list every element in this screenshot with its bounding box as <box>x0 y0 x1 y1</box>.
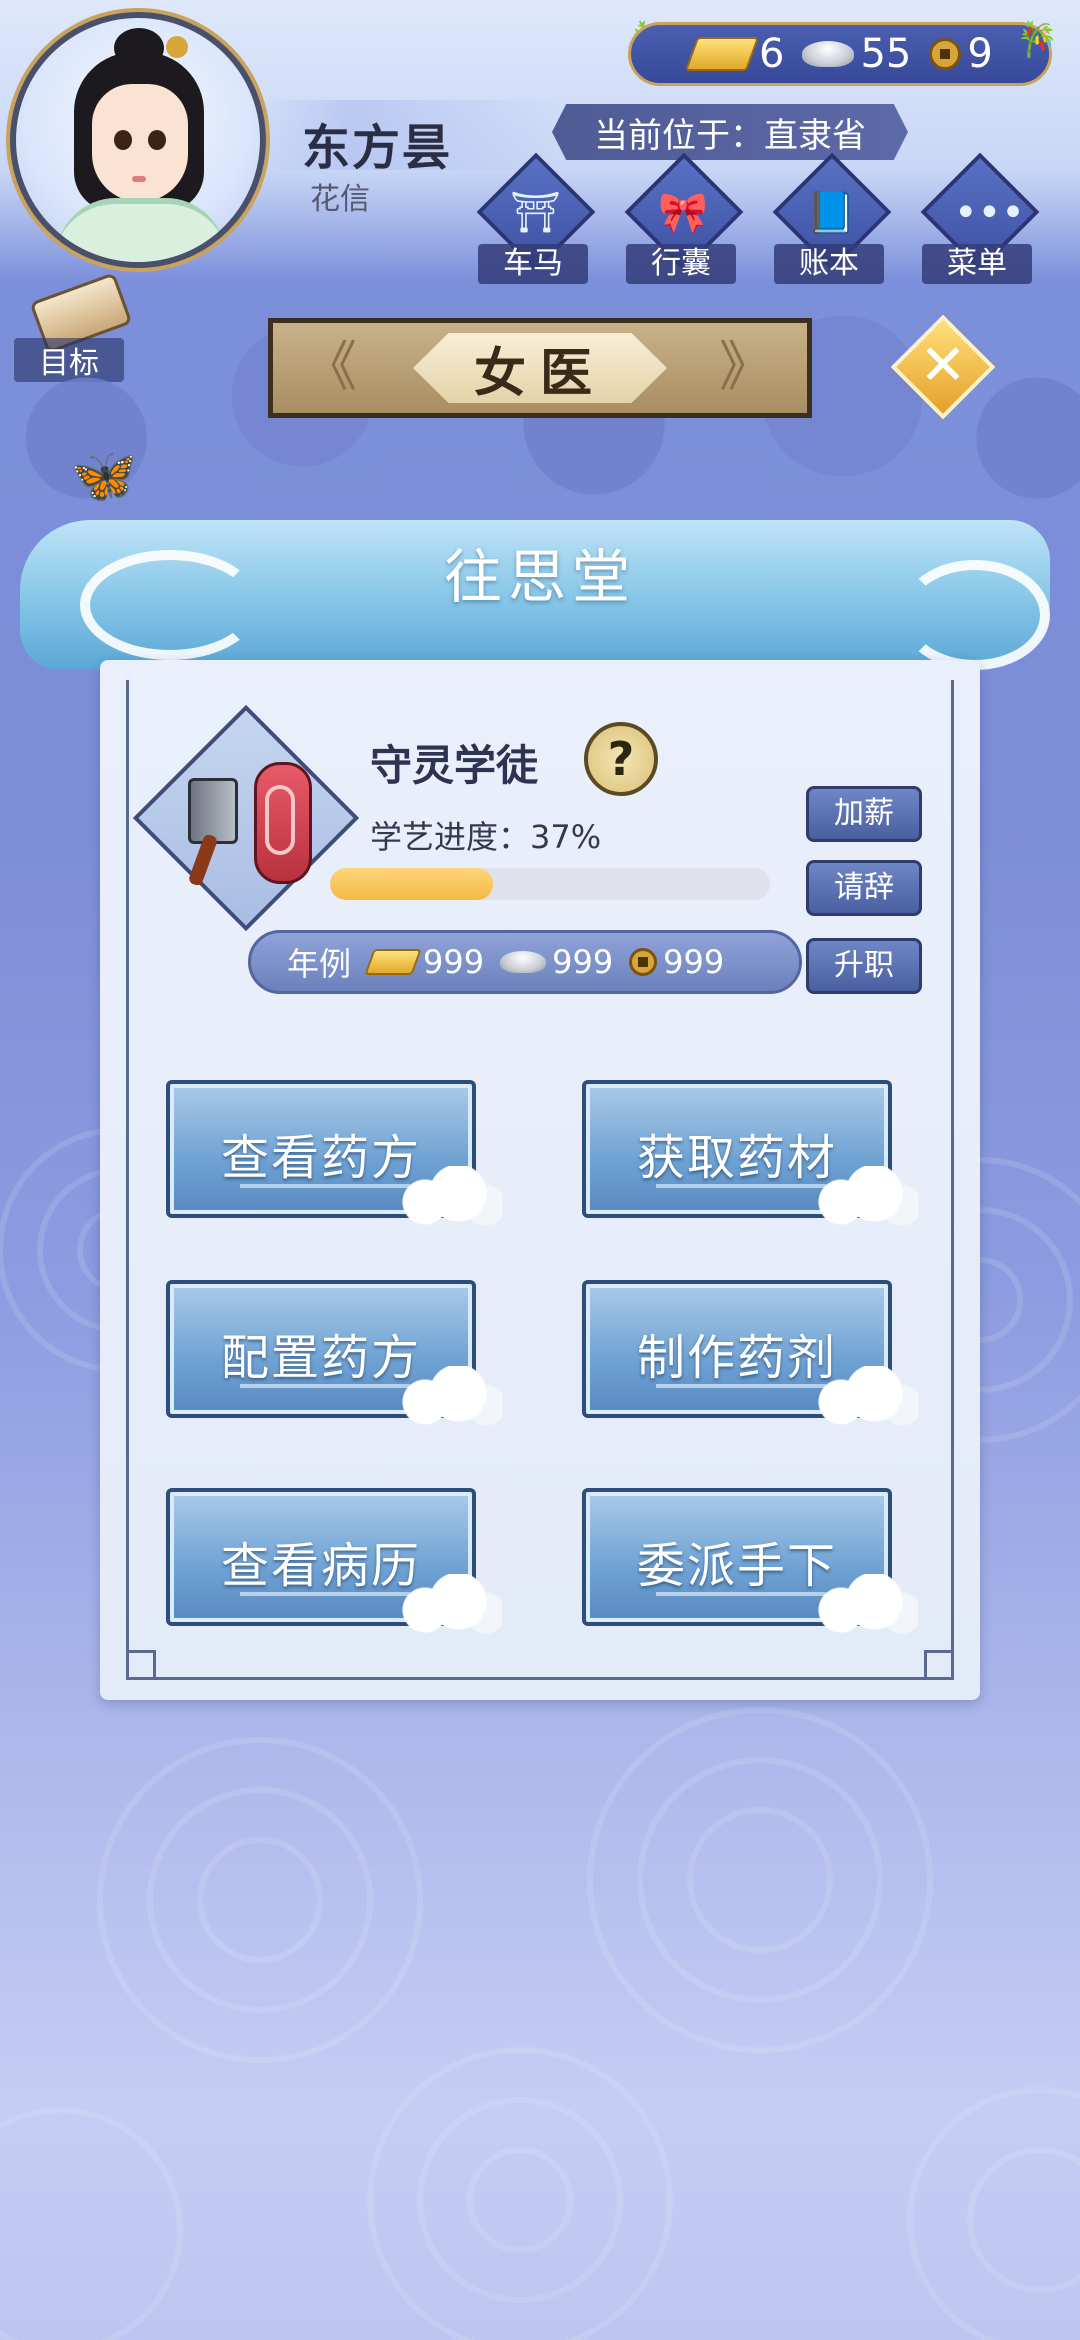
get-herbs-button[interactable]: 获取药材 <box>582 1080 918 1226</box>
bamboo-right-icon: 🎋 <box>1016 20 1059 60</box>
progress-label: 学艺进度：37% <box>370 818 602 856</box>
hall-title: 往思堂 <box>443 543 636 611</box>
nav-bundle-button[interactable]: 🎀 行囊 <box>622 152 744 284</box>
chevron-left-decor: 《 <box>303 335 357 398</box>
resign-button[interactable]: 请辞 <box>806 860 922 916</box>
page-title: 女医 <box>413 333 667 403</box>
gold-ingot-icon <box>684 37 760 71</box>
currency-bar: 6 55 9 <box>628 22 1052 86</box>
carriage-icon: ⛩ <box>510 190 561 236</box>
copper-coin-icon <box>929 38 962 70</box>
chevron-right-decor: 》 <box>719 335 773 398</box>
coin-amount: 9 <box>967 31 993 77</box>
silver-amount: 55 <box>860 31 912 77</box>
nav-carriage-button[interactable]: ⛩ 车马 <box>474 152 596 284</box>
player-avatar[interactable] <box>10 12 266 268</box>
player-name: 东方昙 <box>302 120 453 176</box>
menu-dots-icon: ••• <box>954 190 1025 236</box>
cleaver-icon <box>188 778 238 844</box>
gold-ingot-icon <box>364 949 422 975</box>
salary-label: 年例 <box>287 945 352 983</box>
raise-salary-button[interactable]: 加薪 <box>806 786 922 842</box>
player-subtitle: 花信 <box>310 182 370 217</box>
silver-ingot-icon <box>802 41 855 67</box>
make-medicine-button[interactable]: 制作药剂 <box>582 1280 918 1426</box>
view-prescriptions-button[interactable]: 查看药方 <box>166 1080 502 1226</box>
salary-coin: 999 <box>663 943 725 981</box>
gold-amount: 6 <box>759 31 785 77</box>
promote-button[interactable]: 升职 <box>806 938 922 994</box>
salary-silver: 999 <box>552 943 614 981</box>
close-icon: ✕ <box>919 333 967 398</box>
butterfly-icon: 🦋 <box>70 444 138 507</box>
help-button[interactable]: ? <box>584 722 658 796</box>
nav-ledger-button[interactable]: 📘 账本 <box>770 152 892 284</box>
silver-ingot-icon <box>500 951 547 973</box>
nav-menu-button[interactable]: ••• 菜单 <box>918 152 1040 284</box>
assign-subordinates-button[interactable]: 委派手下 <box>582 1488 918 1634</box>
meat-icon <box>254 762 312 884</box>
ledger-icon: 📘 <box>806 190 856 236</box>
configure-prescription-button[interactable]: 配置药方 <box>166 1280 502 1426</box>
progress-bar <box>330 868 770 900</box>
salary-gold: 999 <box>423 943 485 981</box>
role-name: 守灵学徒 <box>370 741 539 790</box>
location-label: 当前位于：直隶省 <box>552 104 908 160</box>
view-medical-records-button[interactable]: 查看病历 <box>166 1488 502 1634</box>
copper-coin-icon <box>629 948 658 976</box>
title-plaque: 《 女医 》 <box>268 318 812 418</box>
progress-fill <box>330 868 493 900</box>
annual-salary-bar: 年例 999 999 999 <box>248 930 802 994</box>
bundle-icon: 🎀 <box>658 190 708 236</box>
